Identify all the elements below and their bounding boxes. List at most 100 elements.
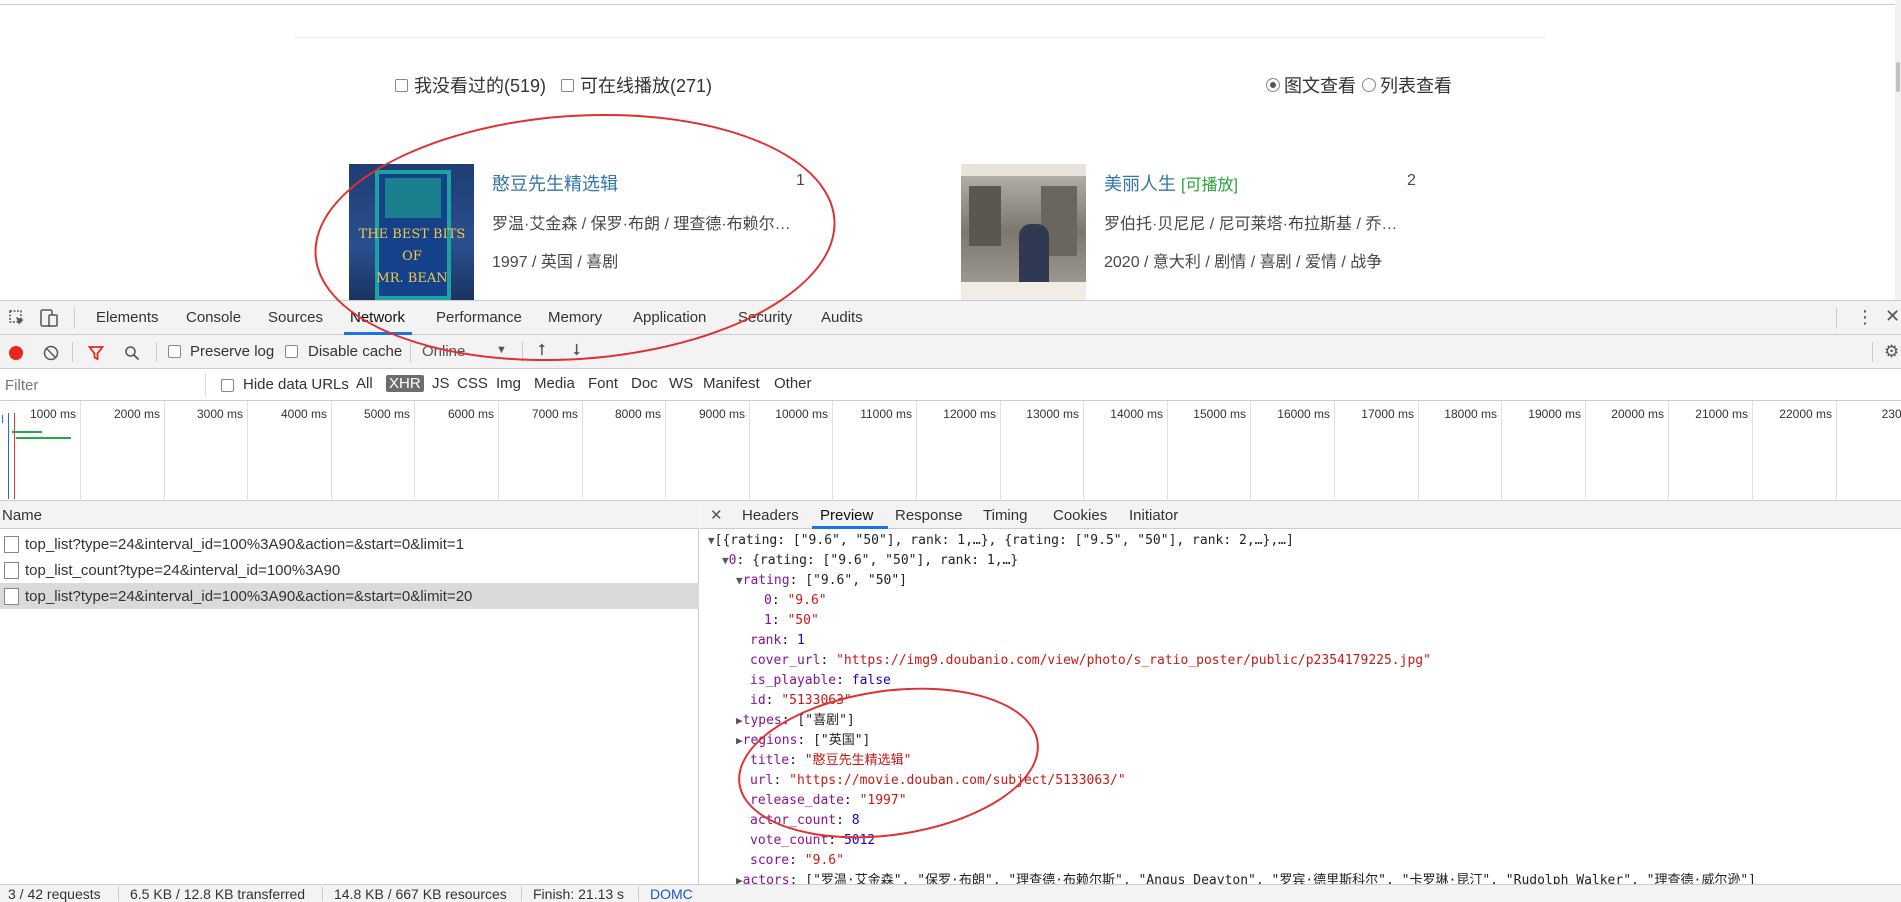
tab-headers[interactable]: Headers [742,507,799,524]
movie-poster[interactable] [961,164,1086,300]
timeline-tick-label: 13000 ms [1026,407,1079,421]
json-line[interactable]: ▶types: ["喜剧"] [736,711,855,731]
json-line[interactable]: ▼0: {rating: ["9.6", "50"], rank: 1,…} [722,551,1018,571]
request-name: top_list_count?type=24&interval_id=100%3… [25,561,341,579]
expand-triangle-icon[interactable]: ▼ [736,574,743,587]
network-filter-bar: Hide data URLs All XHR JS CSS Img Media … [0,369,1901,401]
tab-console[interactable]: Console [186,309,241,326]
close-icon[interactable]: ✕ [1885,306,1900,327]
search-icon[interactable] [124,345,140,361]
tab-audits[interactable]: Audits [821,309,863,326]
tab-memory[interactable]: Memory [548,309,602,326]
tab-application[interactable]: Application [633,309,706,326]
view-image-text[interactable]: 图文查看 [1266,72,1356,98]
network-status-bar: 3 / 42 requests 6.5 KB / 12.8 KB transfe… [0,884,1901,902]
tab-performance[interactable]: Performance [436,309,522,326]
devtools-tabbar: Elements Console Sources Network Perform… [0,301,1901,335]
filter-input[interactable] [0,373,206,397]
movie-rank: 1 [796,172,805,189]
request-name: top_list?type=24&interval_id=100%3A90&ac… [25,587,473,605]
request-row[interactable]: top_list?type=24&interval_id=100%3A90&ac… [0,531,699,557]
name-column-header[interactable]: Name [0,501,699,529]
clear-icon[interactable] [43,345,59,361]
tab-security[interactable]: Security [738,309,792,326]
timeline-tick-label: 22000 ms [1779,407,1832,421]
type-filter-doc[interactable]: Doc [631,375,658,392]
tab-preview[interactable]: Preview [820,507,873,524]
json-line[interactable]: ▶actors: ["罗温·艾金森", "保罗·布朗", "理查德·布赖尔斯",… [736,871,1756,884]
view-list[interactable]: 列表查看 [1362,72,1452,98]
poster-building [969,186,1001,246]
movie-meta: 1997 / 英国 / 喜剧 [492,254,619,271]
hide-data-urls-checkbox[interactable] [221,379,234,392]
close-icon[interactable]: ✕ [710,506,723,524]
collapse-triangle-icon[interactable]: ▶ [736,714,743,727]
json-line: vote_count: 5012 [750,833,876,848]
expand-triangle-icon[interactable]: ▼ [722,554,729,567]
timeline-tick-label: 23000 [1881,407,1901,421]
request-row[interactable]: top_list_count?type=24&interval_id=100%3… [0,557,699,583]
inspect-element-icon[interactable] [8,309,26,327]
json-value: ["罗温·艾金森", "保罗·布朗", "理查德·布赖尔斯", "Angus D… [805,873,1756,884]
tab-timing[interactable]: Timing [983,507,1027,524]
timeline-gridline [1000,401,1001,501]
record-icon[interactable] [9,346,23,360]
movie-title-text[interactable]: 美丽人生 [1104,174,1176,194]
scrollbar-thumb[interactable] [1896,62,1900,92]
chevron-down-icon[interactable]: ▼ [496,344,507,356]
gear-icon[interactable]: ⚙ [1884,342,1899,362]
radio-selected[interactable] [1266,78,1280,92]
checkbox[interactable] [561,78,574,92]
movie-title[interactable]: 憨豆先生精选辑 [492,170,618,196]
tab-initiator[interactable]: Initiator [1129,507,1178,524]
device-toolbar-icon[interactable] [40,308,58,328]
movie-poster[interactable]: THE BEST BITS OF MR. BEAN [349,164,474,300]
tab-network[interactable]: Network [350,309,405,326]
type-filter-css[interactable]: CSS [457,375,488,392]
page-scrollbar[interactable] [1895,0,1901,300]
type-filter-img[interactable]: Img [496,375,521,392]
filter-unseen[interactable]: 我没看过的(519) [395,72,546,98]
type-filter-font[interactable]: Font [588,375,618,392]
type-filter-manifest[interactable]: Manifest [703,375,760,392]
export-har-icon[interactable]: ⭣ [573,342,581,360]
request-row-selected[interactable]: top_list?type=24&interval_id=100%3A90&ac… [0,583,699,609]
tab-cookies[interactable]: Cookies [1053,507,1107,524]
expand-triangle-icon[interactable]: ▼ [708,534,715,547]
preserve-log-checkbox[interactable] [168,345,181,358]
type-filter-other[interactable]: Other [774,375,812,392]
collapse-triangle-icon[interactable]: ▶ [736,734,743,747]
tab-response[interactable]: Response [895,507,963,524]
timeline-gridline [1418,401,1419,501]
movie-title[interactable]: 美丽人生 [可播放] [1104,170,1238,196]
filter-playable[interactable]: 可在线播放(271) [561,72,712,98]
type-filter-js[interactable]: JS [432,375,450,392]
filter-playable-label: 可在线播放(271) [580,76,713,96]
more-options-icon[interactable]: ⋮ [1856,308,1874,326]
json-line: url: "https://movie.douban.com/subject/5… [750,773,1126,788]
timeline-tick-label: 9000 ms [698,407,745,421]
json-line[interactable]: ▼rating: ["9.6", "50"] [736,571,907,591]
throttling-select[interactable]: Online [422,343,465,360]
json-line: score: "9.6" [750,853,844,868]
tab-sources[interactable]: Sources [268,309,323,326]
type-filter-all[interactable]: All [356,375,373,392]
type-filter-media[interactable]: Media [534,375,575,392]
checkbox[interactable] [395,78,408,92]
timeline-gridline [1334,401,1335,501]
json-line[interactable]: ▼[{rating: ["9.6", "50"], rank: 1,…}, {r… [708,531,1294,551]
filter-icon[interactable] [87,345,105,361]
tab-elements[interactable]: Elements [96,309,159,326]
disable-cache-checkbox[interactable] [285,345,298,358]
poster-window-pane [385,178,441,218]
type-filter-xhr[interactable]: XHR [386,375,424,392]
timeline-gridline [749,401,750,501]
json-line: id: "5133063" [750,693,852,708]
json-line[interactable]: ▶regions: ["英国"] [736,731,870,751]
network-overview-timeline[interactable]: 1000 ms 2000 ms 3000 ms 4000 ms 5000 ms 6000 … [0,401,1901,501]
type-filter-ws[interactable]: WS [669,375,693,392]
radio[interactable] [1362,78,1376,92]
json-key: rank [750,633,782,648]
import-har-icon[interactable]: ⭡ [538,342,546,360]
collapse-triangle-icon[interactable]: ▶ [736,874,743,884]
